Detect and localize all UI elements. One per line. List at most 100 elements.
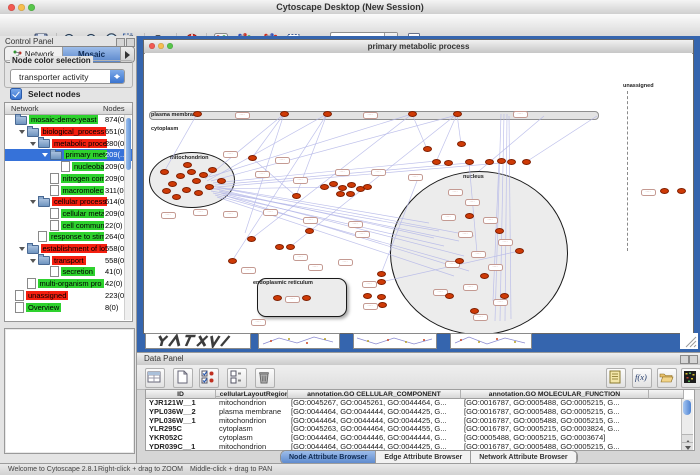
attribute-table[interactable]: ID_cellularLayoutRegionannotation.GO CEL… (145, 389, 695, 451)
network-window-titlebar[interactable]: primary metabolic process (144, 40, 693, 54)
graph-node[interactable] (183, 162, 192, 168)
graph-node[interactable] (302, 295, 311, 301)
graph-node[interactable] (228, 258, 237, 264)
close-icon[interactable] (8, 4, 15, 11)
graph-node[interactable] (187, 169, 196, 175)
graph-node[interactable] (465, 159, 474, 165)
table-cell[interactable]: YDR039C__1 (146, 443, 216, 451)
graph-node[interactable] (465, 213, 474, 219)
graph-node[interactable] (194, 190, 203, 196)
table-cell[interactable]: YPL036W__1 (146, 417, 216, 426)
column-header[interactable]: annotation.GO CELLULAR_COMPONENT (288, 390, 461, 399)
graph-node[interactable] (286, 244, 295, 250)
graph-node[interactable] (677, 188, 686, 194)
column-header[interactable]: _cellularLayoutRegion (216, 390, 288, 399)
graph-node[interactable] (522, 159, 531, 165)
graph-node[interactable] (192, 178, 201, 184)
table-cell[interactable]: [GO:0044464, GO:0044444, GO:0044425, G..… (288, 408, 461, 417)
graph-node[interactable] (160, 169, 169, 175)
function-builder-icon[interactable]: f(x) (632, 368, 652, 388)
graph-node[interactable] (162, 188, 171, 194)
tree-row[interactable]: cell communicat22(0) (5, 219, 133, 231)
graph-node[interactable] (363, 184, 372, 190)
table-scrollbar[interactable] (681, 399, 693, 451)
graph-node[interactable] (507, 159, 516, 165)
table-cell[interactable]: mitochondrion (216, 443, 288, 451)
unselect-attributes-icon[interactable] (227, 368, 247, 388)
tree-row[interactable]: unassigned223(0) (5, 290, 132, 302)
tree-row[interactable]: establishment of lo558(0) (5, 243, 133, 255)
tree-row[interactable]: nucleobase-co209(0) (5, 161, 133, 173)
graph-node[interactable] (453, 111, 462, 117)
table-cell[interactable]: [GO:0016787, GO:0005215, GO:0003824, G..… (461, 425, 649, 434)
tree-row[interactable]: multi-organism pro42(0) (5, 278, 133, 290)
graph-node[interactable] (495, 228, 504, 234)
scroll-down-icon[interactable] (682, 442, 693, 451)
birdseye-view-panel[interactable] (4, 328, 135, 454)
tree-row[interactable]: mosaic-demo-yeast874(0) (5, 114, 132, 126)
table-row[interactable]: YLR295Ccytoplasm[GO:0045263, GO:0044464,… (146, 425, 694, 434)
graph-node[interactable] (457, 141, 466, 147)
graph-node[interactable] (193, 111, 202, 117)
net-close-icon[interactable] (149, 43, 155, 49)
graph-node[interactable] (470, 308, 479, 314)
graph-node[interactable] (323, 111, 332, 117)
expander-icon[interactable] (28, 138, 38, 149)
table-row[interactable]: YKR052Ccytoplasm[GO:0044464, GO:0044446,… (146, 434, 694, 443)
node-color-dropdown[interactable]: transporter activity (10, 69, 125, 84)
graph-node[interactable] (444, 160, 453, 166)
graph-node[interactable] (168, 181, 177, 187)
tree-row[interactable]: response to stimulu264(0) (5, 231, 133, 243)
graph-node[interactable] (515, 248, 524, 254)
table-cell[interactable]: [GO:0005488, GO:0005215, GO:0003674] (461, 434, 649, 443)
graph-node[interactable] (320, 184, 329, 190)
tree-scroll-thumb[interactable] (126, 118, 131, 170)
tree-row[interactable]: cellular process614(0) (5, 196, 133, 208)
table-cell[interactable]: mitochondrion (216, 417, 288, 426)
graph-node[interactable] (500, 293, 509, 299)
graph-node[interactable] (378, 302, 387, 308)
tree-row[interactable]: biological_process651(0) (5, 126, 133, 138)
tree-row[interactable]: cellular metaboli209(0) (5, 208, 133, 220)
table-cell[interactable]: plasma membrane (216, 408, 288, 417)
float-data-panel-icon[interactable] (680, 355, 689, 364)
graph-node[interactable] (176, 173, 185, 179)
network-view-window[interactable]: primary metabolic process plasma membran… (143, 39, 694, 334)
graph-node[interactable] (346, 191, 355, 197)
close-data-panel-icon[interactable] (689, 355, 698, 364)
expander-icon[interactable] (40, 149, 50, 160)
table-cell[interactable]: cytoplasm (216, 425, 288, 434)
import-attributes-folder-icon[interactable] (657, 368, 677, 388)
graph-node[interactable] (329, 181, 338, 187)
delete-attribute-trash-icon[interactable] (255, 368, 275, 388)
graph-node[interactable] (182, 187, 191, 193)
table-cell[interactable]: [GO:0016787, GO:0005488, GO:0005215, G..… (461, 408, 649, 417)
graph-node[interactable] (660, 188, 669, 194)
tree-row[interactable]: macromolecule m311(0) (5, 184, 133, 196)
graph-node[interactable] (408, 111, 417, 117)
tree-row[interactable]: primary metabol209(... (5, 149, 133, 161)
network-canvas[interactable]: plasma membrane cytoplasm mitochondrion … (145, 53, 692, 333)
table-cell[interactable]: [GO:0016787, GO:0005488, GO:0005215, G..… (461, 399, 649, 408)
table-scroll-thumb[interactable] (683, 400, 691, 415)
graph-node[interactable] (217, 178, 226, 184)
zoom-window-icon[interactable] (28, 4, 35, 11)
net-minimize-icon[interactable] (158, 43, 164, 49)
graph-node[interactable] (377, 279, 386, 285)
graph-node[interactable] (423, 146, 432, 152)
tree-row[interactable]: transport558(0) (5, 254, 133, 266)
graph-node[interactable] (497, 158, 506, 164)
graph-node[interactable] (377, 271, 386, 277)
tree-row[interactable]: secretion41(0) (5, 266, 133, 278)
tree-row[interactable]: metabolic process280(0) (5, 137, 133, 149)
table-row[interactable]: YPL036W__2plasma membrane[GO:0044464, GO… (146, 408, 694, 417)
expander-icon[interactable] (28, 196, 38, 207)
table-cell[interactable]: [GO:0045267, GO:0045261, GO:0044464, G..… (288, 399, 461, 408)
table-cell[interactable]: YJR121W__1 (146, 399, 216, 408)
tree-scrollbar[interactable] (124, 115, 131, 320)
table-cell[interactable]: [GO:0044464, GO:0044446, GO:0044444, G..… (288, 434, 461, 443)
table-cell[interactable]: YPL036W__2 (146, 408, 216, 417)
select-nodes-checkbox[interactable] (10, 88, 22, 100)
column-header[interactable]: annotation.GO MOLECULAR_FUNCTION (461, 390, 649, 399)
table-cell[interactable]: [GO:0044464, GO:0044444, GO:0044425, G..… (288, 417, 461, 426)
